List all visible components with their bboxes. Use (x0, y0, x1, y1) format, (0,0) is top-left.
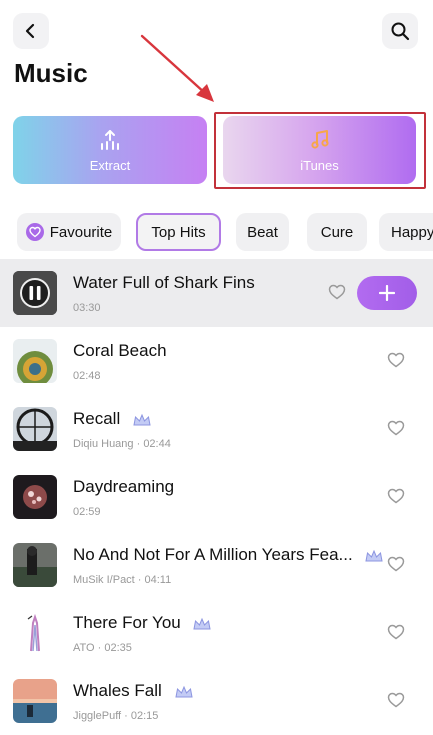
song-title: Recall (73, 409, 151, 429)
crown-icon (193, 617, 212, 630)
heart-outline-icon[interactable] (387, 419, 405, 437)
extract-card-label: Extract (89, 157, 131, 173)
heart-icon (25, 223, 44, 241)
song-title-text: Whales Fall (73, 681, 162, 700)
song-row-playing[interactable]: Water Full of Shark Fins 03:30 (0, 259, 433, 327)
chip-favourite[interactable]: Favourite (17, 213, 121, 251)
search-icon (391, 22, 410, 41)
song-subtitle: ATO · 02:35 (73, 642, 132, 654)
heart-outline-icon[interactable] (387, 623, 405, 641)
chip-happy-label: Happy (391, 223, 433, 241)
album-cover (13, 611, 57, 655)
song-row[interactable]: No And Not For A Million Years Fea... Mu… (0, 531, 433, 599)
crown-icon (133, 413, 151, 426)
page-title: Music (14, 58, 88, 88)
heart-outline-icon[interactable] (387, 351, 405, 369)
chip-top-hits[interactable]: Top Hits (136, 213, 221, 251)
song-title-text: There For You (73, 613, 181, 632)
song-row[interactable]: Coral Beach 02:48 (0, 327, 433, 395)
song-row[interactable]: Whales Fall JigglePuff · 02:15 (0, 667, 433, 735)
annotation-highlight-box (214, 112, 426, 189)
chip-top-hits-label: Top Hits (151, 223, 206, 241)
back-chevron-icon (25, 23, 35, 39)
add-button[interactable] (357, 276, 417, 310)
search-button[interactable] (382, 13, 418, 49)
chip-beat-label: Beat (247, 223, 278, 241)
song-subtitle: 03:30 (73, 302, 101, 314)
album-cover (13, 339, 57, 383)
crown-icon (365, 549, 384, 562)
album-cover (13, 543, 57, 587)
song-row[interactable]: There For You ATO · 02:35 (0, 599, 433, 667)
back-button[interactable] (13, 13, 49, 49)
extract-card[interactable]: Extract (13, 116, 207, 184)
song-subtitle: MuSik I/Pact · 04:11 (73, 574, 172, 586)
song-title: No And Not For A Million Years Fea... (73, 545, 384, 565)
album-cover (13, 271, 57, 315)
album-cover (13, 475, 57, 519)
heart-outline-icon[interactable] (328, 283, 346, 301)
song-title: There For You (73, 613, 212, 633)
song-row[interactable]: Recall Diqiu Huang · 02:44 (0, 395, 433, 463)
crown-icon (174, 685, 193, 698)
extract-upload-icon (101, 129, 119, 150)
song-title: Daydreaming (73, 477, 175, 496)
song-title-text: Recall (73, 409, 121, 428)
song-subtitle: 02:48 (73, 370, 101, 382)
song-title-text: No And Not For A Million Years Fea... (73, 545, 353, 564)
chip-beat[interactable]: Beat (236, 213, 289, 251)
album-cover (13, 679, 57, 723)
song-title: Coral Beach (73, 341, 167, 360)
album-cover (13, 407, 57, 451)
chip-cure-label: Cure (320, 223, 354, 241)
chip-favourite-label: Favourite (49, 223, 113, 241)
category-chips: Favourite Top Hits Beat Cure Happy (17, 213, 433, 253)
heart-outline-icon[interactable] (387, 691, 405, 709)
plus-icon (379, 285, 395, 301)
chip-happy[interactable]: Happy (379, 213, 433, 251)
chip-cure[interactable]: Cure (307, 213, 367, 251)
song-title: Whales Fall (73, 681, 193, 701)
top-bar (0, 0, 433, 60)
heart-outline-icon[interactable] (387, 555, 405, 573)
song-title: Water Full of Shark Fins (73, 273, 255, 292)
song-subtitle: JigglePuff · 02:15 (73, 710, 159, 722)
song-subtitle: Diqiu Huang · 02:44 (73, 438, 171, 450)
heart-outline-icon[interactable] (387, 487, 405, 505)
song-row[interactable]: Daydreaming 02:59 (0, 463, 433, 531)
song-subtitle: 02:59 (73, 506, 101, 518)
